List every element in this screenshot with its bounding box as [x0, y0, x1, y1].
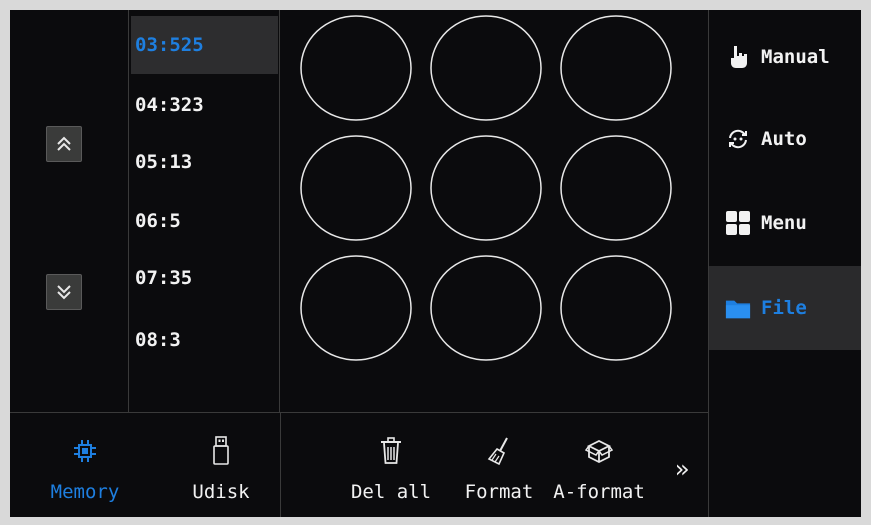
preview-circle: [300, 135, 412, 241]
preview-circle: [560, 135, 672, 241]
file-item[interactable]: 04:323: [131, 77, 279, 133]
grid-menu-icon: [725, 210, 751, 236]
side-item-manual[interactable]: Manual: [709, 16, 861, 98]
trash-icon: [380, 435, 402, 467]
preview-circle: [430, 135, 542, 241]
memory-button[interactable]: Memory: [40, 413, 130, 517]
hand-pointer-icon: [725, 44, 751, 70]
memory-label: Memory: [50, 481, 120, 503]
delete-all-label: Del all: [350, 481, 432, 503]
preview-circle: [430, 15, 542, 121]
bottom-toolbar: Memory Udisk Del all Format A-format: [10, 412, 708, 517]
format-button[interactable]: Format: [454, 413, 544, 517]
preview-circle: [560, 255, 672, 361]
file-list: 03:525 04:323 05:13 06:5 07:35 08:3: [131, 10, 280, 412]
preview-circle: [300, 255, 412, 361]
double-chevron-up-icon: [57, 136, 71, 151]
a-format-button[interactable]: A-format: [553, 413, 645, 517]
a-format-label: A-format: [553, 481, 645, 503]
double-chevron-down-icon: [57, 285, 71, 300]
file-item[interactable]: 08:3: [131, 312, 279, 368]
preview-circle: [300, 15, 412, 121]
auto-cycle-icon: [725, 126, 751, 152]
udisk-label: Udisk: [192, 481, 250, 503]
side-item-auto[interactable]: Auto: [709, 98, 861, 180]
scroll-controls: [10, 10, 129, 412]
side-item-label: Auto: [761, 128, 807, 150]
scroll-up-button[interactable]: [46, 126, 82, 162]
file-item[interactable]: 05:13: [131, 134, 279, 190]
usb-drive-icon: [212, 435, 230, 467]
preview-canvas: [300, 15, 672, 361]
file-item[interactable]: 07:35: [131, 250, 279, 306]
side-menu: Manual Auto Menu File: [708, 10, 861, 517]
file-item[interactable]: 03:525: [131, 16, 278, 74]
more-button[interactable]: »: [667, 454, 697, 484]
file-item[interactable]: 06:5: [131, 193, 279, 249]
side-item-menu[interactable]: Menu: [709, 182, 861, 264]
folder-icon: [725, 295, 751, 321]
chip-icon: [72, 435, 98, 467]
file-screen: 03:525 04:323 05:13 06:5 07:35 08:3 Manu…: [10, 10, 861, 517]
delete-all-button[interactable]: Del all: [346, 413, 436, 517]
scroll-down-button[interactable]: [46, 274, 82, 310]
preview-circle: [560, 15, 672, 121]
side-item-label: Manual: [761, 46, 830, 68]
broom-icon: [487, 435, 511, 467]
preview-circle: [430, 255, 542, 361]
file-preview: [282, 10, 706, 412]
side-item-label: File: [761, 297, 807, 319]
format-label: Format: [464, 481, 534, 503]
side-item-label: Menu: [761, 212, 807, 234]
udisk-button[interactable]: Udisk: [176, 413, 266, 517]
box-icon: [585, 435, 613, 467]
toolbar-divider: [280, 413, 281, 517]
side-item-file[interactable]: File: [709, 266, 861, 350]
